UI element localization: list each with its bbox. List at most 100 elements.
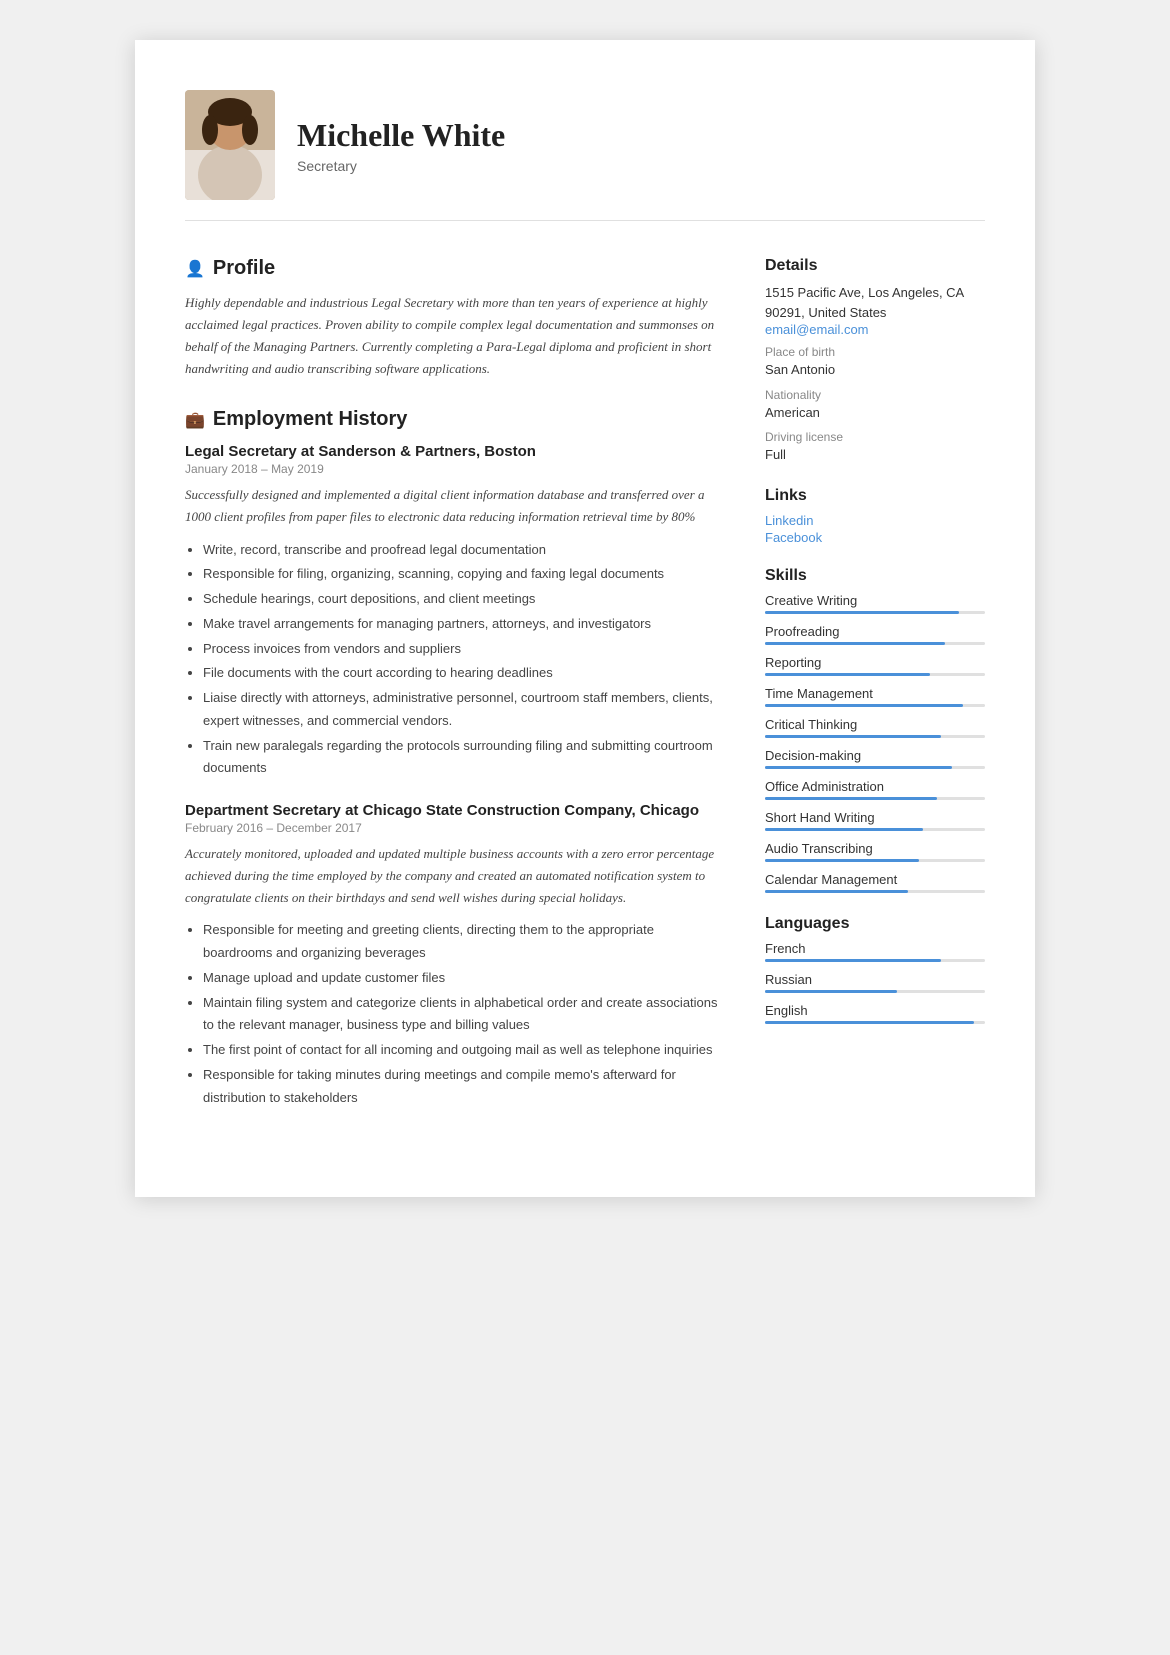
profile-text: Highly dependable and industrious Legal … [185,292,725,380]
list-item: Responsible for filing, organizing, scan… [203,563,725,586]
language-bar-fill [765,990,897,993]
skill-bar-fill [765,704,963,707]
language-bar-background [765,959,985,962]
details-address: 1515 Pacific Ave, Los Angeles, CA 90291,… [765,283,985,322]
skill-bar-fill [765,797,937,800]
list-item: Make travel arrangements for managing pa… [203,613,725,636]
language-bar-fill [765,1021,974,1024]
details-title: Details [765,257,985,275]
link-linkedin[interactable]: Linkedin [765,513,985,528]
links-section: Links Linkedin Facebook [765,487,985,545]
job-1-title: Legal Secretary at Sanderson & Partners,… [185,443,725,460]
language-bar-fill [765,959,941,962]
list-item: The first point of contact for all incom… [203,1039,725,1062]
skill-bar-fill [765,890,908,893]
skill-bar-background [765,735,985,738]
job-2: Department Secretary at Chicago State Co… [185,802,725,1109]
resume-document: Michelle White Secretary 👤 Profile Highl… [135,40,1035,1197]
skill-bar-fill [765,673,930,676]
languages-title: Languages [765,915,985,933]
skill-name: Calendar Management [765,872,985,887]
profile-icon: 👤 [185,259,205,279]
language-item: French [765,941,985,962]
skill-bar-fill [765,766,952,769]
skill-item: Decision-making [765,748,985,769]
skill-item: Calendar Management [765,872,985,893]
candidate-title: Secretary [297,158,505,174]
skill-name: Creative Writing [765,593,985,608]
place-of-birth-label: Place of birth [765,345,985,359]
job-1-description: Successfully designed and implemented a … [185,484,725,528]
language-item: Russian [765,972,985,993]
language-name: French [765,941,985,956]
place-of-birth-value: San Antonio [765,360,985,380]
skill-item: Audio Transcribing [765,841,985,862]
skill-item: Creative Writing [765,593,985,614]
list-item: Responsible for taking minutes during me… [203,1064,725,1110]
skill-name: Critical Thinking [765,717,985,732]
list-item: Write, record, transcribe and proofread … [203,539,725,562]
link-facebook[interactable]: Facebook [765,530,985,545]
job-2-description: Accurately monitored, uploaded and updat… [185,843,725,909]
skill-bar-background [765,704,985,707]
languages-list: French Russian English [765,941,985,1024]
job-2-title: Department Secretary at Chicago State Co… [185,802,725,819]
language-bar-background [765,990,985,993]
job-1: Legal Secretary at Sanderson & Partners,… [185,443,725,780]
details-email: email@email.com [765,322,985,337]
driving-license-value: Full [765,445,985,465]
skills-list: Creative Writing Proofreading Reporting … [765,593,985,893]
skill-name: Proofreading [765,624,985,639]
candidate-name: Michelle White [297,117,505,154]
skill-name: Reporting [765,655,985,670]
list-item: Manage upload and update customer files [203,967,725,990]
job-2-dates: February 2016 – December 2017 [185,821,725,835]
employment-icon: 💼 [185,410,205,430]
skill-bar-background [765,890,985,893]
resume-content: 👤 Profile Highly dependable and industri… [185,257,985,1137]
skill-name: Office Administration [765,779,985,794]
skills-section: Skills Creative Writing Proofreading Rep… [765,567,985,893]
skill-item: Reporting [765,655,985,676]
right-column: Details 1515 Pacific Ave, Los Angeles, C… [765,257,985,1137]
job-1-bullets: Write, record, transcribe and proofread … [185,539,725,781]
skill-bar-fill [765,611,959,614]
skill-bar-fill [765,642,945,645]
skill-bar-background [765,673,985,676]
skill-bar-background [765,766,985,769]
language-name: Russian [765,972,985,987]
nationality-label: Nationality [765,388,985,402]
skill-bar-fill [765,828,923,831]
skill-item: Time Management [765,686,985,707]
job-1-dates: January 2018 – May 2019 [185,462,725,476]
employment-section-title: 💼 Employment History [185,408,725,431]
avatar [185,90,275,200]
header-info: Michelle White Secretary [297,117,505,174]
skills-title: Skills [765,567,985,585]
profile-section: 👤 Profile Highly dependable and industri… [185,257,725,380]
skill-bar-background [765,828,985,831]
list-item: Responsible for meeting and greeting cli… [203,919,725,965]
skill-bar-fill [765,859,919,862]
employment-section: 💼 Employment History Legal Secretary at … [185,408,725,1109]
skill-item: Office Administration [765,779,985,800]
skill-bar-background [765,859,985,862]
details-section: Details 1515 Pacific Ave, Los Angeles, C… [765,257,985,465]
skill-bar-background [765,642,985,645]
list-item: Train new paralegals regarding the proto… [203,735,725,781]
skill-item: Short Hand Writing [765,810,985,831]
nationality-value: American [765,403,985,423]
resume-header: Michelle White Secretary [185,90,985,221]
driving-license-label: Driving license [765,430,985,444]
links-title: Links [765,487,985,505]
list-item: Schedule hearings, court depositions, an… [203,588,725,611]
skill-bar-background [765,611,985,614]
list-item: Maintain filing system and categorize cl… [203,992,725,1038]
languages-section: Languages French Russian English [765,915,985,1024]
language-name: English [765,1003,985,1018]
profile-section-title: 👤 Profile [185,257,725,280]
list-item: Liaise directly with attorneys, administ… [203,687,725,733]
skill-name: Audio Transcribing [765,841,985,856]
list-item: Process invoices from vendors and suppli… [203,638,725,661]
skill-bar-background [765,797,985,800]
